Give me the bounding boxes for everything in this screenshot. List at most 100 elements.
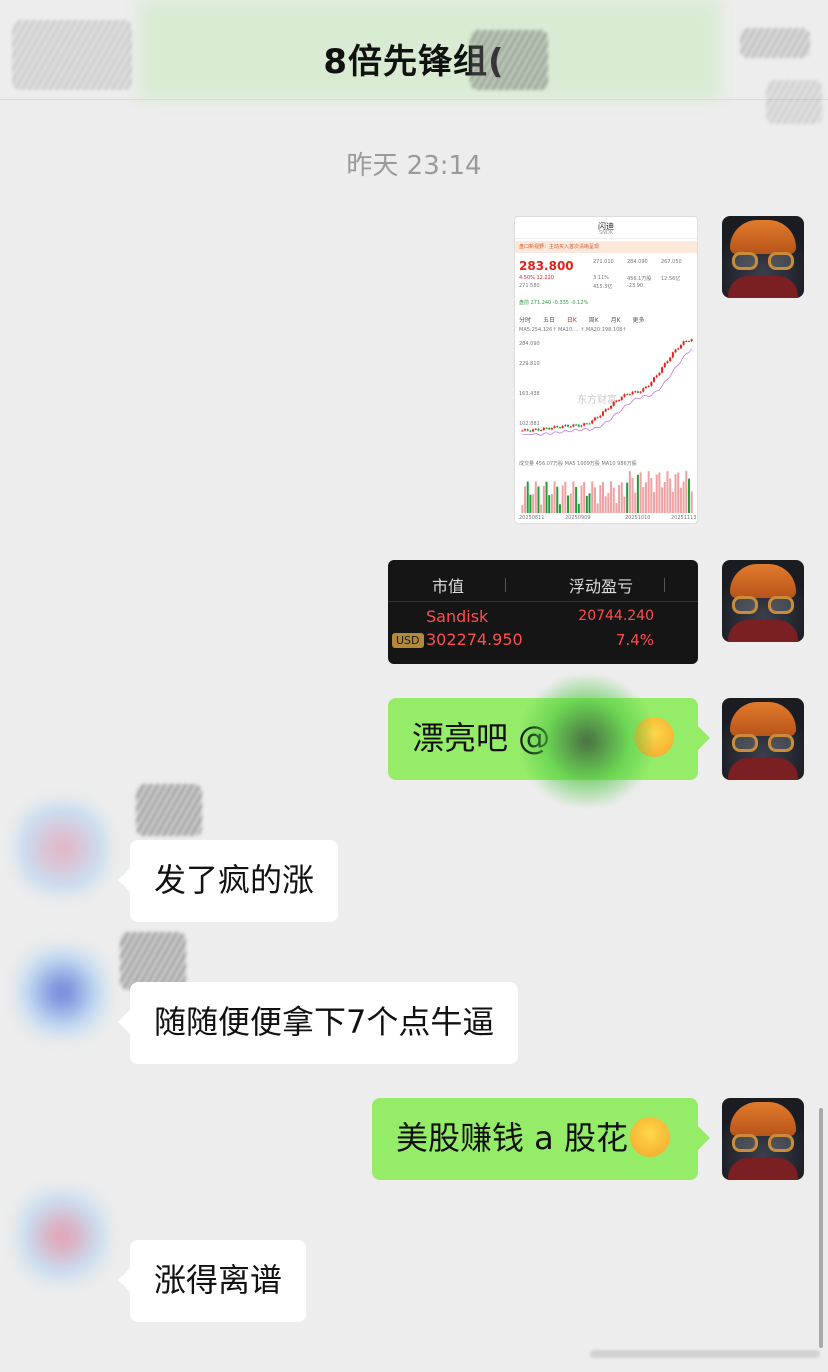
volume-bar — [591, 481, 594, 513]
volume-bar — [542, 485, 545, 513]
volume-bar — [556, 486, 559, 513]
volume-bar — [623, 496, 626, 513]
redaction-scribble — [12, 20, 132, 90]
volume-bar — [631, 477, 634, 513]
kline-chart — [521, 338, 693, 513]
redaction-scribble — [522, 676, 652, 806]
volume-bar — [612, 487, 615, 513]
sob-emoji-icon — [629, 1117, 670, 1157]
volume-bar — [540, 504, 543, 513]
chat-header: 8倍先锋组( — [0, 0, 828, 124]
volume-bar — [644, 482, 647, 513]
volume-bar — [679, 487, 682, 513]
message-timestamp: 昨天 23:14 — [346, 151, 482, 181]
volume-bar — [599, 485, 602, 513]
volume-bar — [615, 502, 618, 513]
stock-screenshot-image[interactable]: 闪迪 SNDK 盘口新视野：主动买入首次清晰呈现 283.800 4.50% 1… — [514, 216, 698, 524]
volume-bar — [537, 486, 540, 513]
volume-bar — [639, 472, 642, 513]
volume-bar — [561, 485, 564, 513]
holding-pl-value: 20744.240 — [578, 608, 654, 624]
position-card-image[interactable]: 市值 浮动盈亏 Sandisk 20744.240 USD 302274.950… — [388, 560, 698, 664]
message-text: 随随便便拿下7个点牛逼 — [154, 1003, 495, 1041]
volume-bar — [687, 478, 690, 513]
volume-bar — [521, 505, 524, 513]
volume-bar — [529, 494, 532, 513]
volume-bar — [634, 492, 637, 513]
volume-bar — [647, 471, 650, 513]
volume-bar — [685, 471, 688, 513]
volume-bar — [596, 503, 599, 513]
volume-bar — [655, 474, 658, 513]
volume-bar — [642, 486, 645, 513]
volume-bar — [580, 485, 583, 513]
volume-bar — [674, 474, 677, 513]
volume-bar — [572, 481, 575, 513]
message-text: 美股赚钱 a 股花 — [396, 1119, 628, 1157]
volume-bar — [567, 495, 570, 513]
holding-market-value: 302274.950 — [426, 630, 523, 649]
message-bubble-outgoing[interactable]: 美股赚钱 a 股花 — [372, 1098, 710, 1180]
volume-bar — [526, 481, 529, 513]
message-text: 涨得离谱 — [154, 1261, 283, 1299]
redacted-avatar[interactable] — [14, 800, 110, 896]
redaction-scribble — [740, 28, 810, 58]
my-avatar[interactable] — [722, 216, 804, 298]
redaction-scribble — [470, 30, 548, 90]
volume-bar — [663, 481, 666, 513]
volume-bar — [604, 496, 607, 513]
volume-bar — [534, 481, 537, 513]
volume-bar — [650, 478, 653, 513]
volume-bar — [577, 503, 580, 513]
message-bubble-incoming[interactable]: 发了疯的涨 — [117, 840, 339, 922]
my-avatar[interactable] — [722, 560, 804, 642]
volume-bar — [626, 482, 629, 513]
volume-bar — [620, 482, 623, 513]
volume-bar — [601, 482, 604, 513]
my-avatar[interactable] — [722, 698, 804, 780]
header-divider — [505, 578, 506, 592]
volume-bar — [545, 481, 548, 513]
volume-bar — [593, 487, 596, 513]
volume-bar — [653, 492, 656, 513]
volume-bar — [690, 491, 693, 513]
volume-bar — [669, 478, 672, 513]
volume-bar — [661, 487, 664, 513]
message-bubble-incoming[interactable]: 随随便便拿下7个点牛逼 — [117, 982, 519, 1064]
holding-name: Sandisk — [426, 607, 489, 626]
volume-bar — [677, 472, 680, 513]
message-text: 发了疯的涨 — [154, 861, 315, 899]
volume-bar — [636, 474, 639, 513]
position-card-header: 市值 浮动盈亏 — [388, 566, 698, 602]
my-avatar[interactable] — [722, 1098, 804, 1180]
scrollbar[interactable] — [819, 1108, 823, 1348]
volume-bar — [671, 491, 674, 513]
volume-bar — [564, 481, 567, 513]
volume-bar — [548, 495, 551, 513]
volume-bar — [583, 481, 586, 513]
volume-bar — [607, 492, 610, 513]
volume-bar — [553, 481, 556, 513]
holding-pl-percent: 7.4% — [615, 631, 654, 649]
volume-bar — [585, 495, 588, 513]
header-divider — [664, 578, 665, 592]
volume-bar — [666, 471, 669, 513]
volume-bar — [524, 486, 527, 513]
home-indicator[interactable] — [590, 1350, 820, 1358]
floating-pl-header: 浮动盈亏 — [569, 577, 634, 596]
redacted-avatar[interactable] — [14, 944, 110, 1040]
volume-bar — [550, 494, 553, 513]
redaction-scribble — [136, 784, 202, 836]
redaction-scribble — [766, 80, 822, 124]
volume-bar — [628, 471, 631, 513]
volume-bar — [558, 504, 561, 513]
volume-bar — [682, 481, 685, 513]
message-bubble-incoming[interactable]: 涨得离谱 — [117, 1240, 307, 1322]
redacted-avatar[interactable] — [14, 1188, 110, 1284]
volume-bar — [610, 481, 613, 513]
market-value-header: 市值 — [432, 577, 465, 596]
volume-bar — [658, 472, 661, 513]
volume-bar — [588, 493, 591, 513]
volume-bar — [575, 486, 578, 513]
currency-badge: USD — [392, 633, 424, 648]
